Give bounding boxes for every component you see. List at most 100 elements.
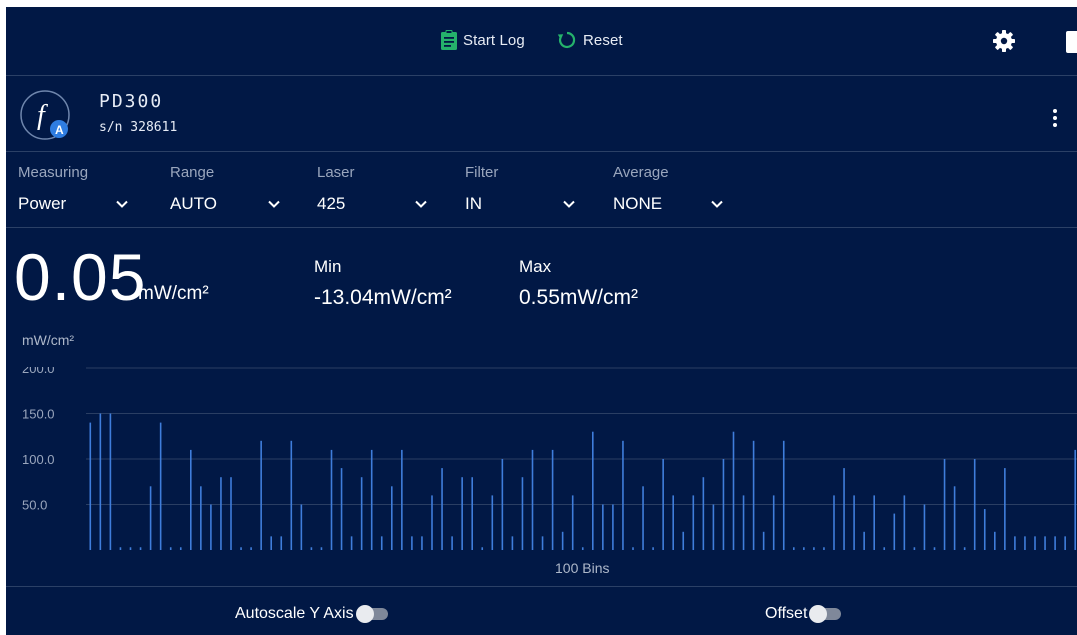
max-label: Max: [519, 257, 552, 276]
histogram-bar: [702, 477, 705, 550]
average-select[interactable]: Average NONE: [613, 164, 741, 222]
histogram-bar: [1034, 536, 1036, 550]
histogram-bar: [461, 477, 463, 550]
histogram-bar: [923, 504, 926, 550]
clipboard-list-icon: [441, 30, 457, 50]
chevron-down-icon: [415, 200, 427, 208]
battery-icon: [1066, 31, 1077, 53]
reset-label: Reset: [583, 31, 623, 49]
min-value: -13.04mW/cm²: [314, 286, 452, 309]
histogram-bar: [99, 413, 102, 550]
average-value: NONE: [613, 194, 663, 213]
histogram-bar: [501, 459, 504, 550]
histogram-bar: [270, 536, 272, 550]
histogram-bar: [692, 495, 695, 550]
histogram-bar: [169, 547, 172, 550]
measuring-select[interactable]: Measuring Power: [18, 164, 146, 222]
offset-toggle[interactable]: Offset: [765, 604, 843, 624]
histogram-chart: 200.0 150.0 100.0 50.0: [22, 367, 1077, 550]
histogram-bar: [129, 547, 132, 550]
histogram-bar: [310, 547, 313, 550]
histogram-bar: [592, 431, 594, 550]
histogram-bar: [913, 547, 916, 550]
histogram-bar: [933, 547, 936, 550]
histogram-bar: [762, 531, 765, 550]
offset-switch[interactable]: [809, 605, 843, 623]
autoscale-toggle[interactable]: Autoscale Y Axis: [235, 604, 390, 624]
histogram-bar: [853, 495, 855, 550]
switch-knob: [809, 605, 828, 623]
app-window: Start Log Reset f A PD300 s/n 328611 Mea…: [6, 7, 1077, 635]
histogram-bar: [340, 468, 343, 550]
reset-button[interactable]: Reset: [557, 29, 623, 51]
histogram-bar: [431, 495, 433, 550]
gear-icon[interactable]: [992, 29, 1016, 53]
chevron-down-icon: [711, 200, 723, 208]
x-axis-label: 100 Bins: [555, 560, 610, 576]
switch-knob: [355, 605, 374, 623]
histogram-bar: [210, 504, 212, 550]
start-log-label: Start Log: [463, 31, 525, 49]
histogram-bar: [89, 422, 92, 550]
histogram-bar: [451, 536, 453, 550]
histogram-bar: [521, 477, 524, 550]
histogram-bar: [893, 513, 896, 550]
histogram-bar: [190, 449, 192, 550]
histogram-bar: [109, 413, 112, 550]
histogram-bar: [260, 440, 262, 550]
histogram-bar: [159, 422, 162, 550]
histogram-bar: [541, 536, 544, 550]
chart-divider: [6, 586, 1077, 587]
histogram-bar: [119, 547, 122, 550]
histogram-bar: [742, 495, 745, 550]
histogram-bar: [1044, 536, 1046, 550]
histogram-bar: [139, 547, 142, 550]
histogram-bar: [863, 531, 865, 550]
histogram-bar: [953, 486, 956, 550]
filter-value: IN: [465, 194, 482, 213]
histogram-bar: [421, 536, 423, 550]
histogram-bar: [391, 486, 393, 550]
histogram-bar: [793, 547, 795, 550]
start-log-button[interactable]: Start Log: [441, 29, 525, 51]
histogram-bar: [200, 486, 202, 550]
histogram-bar: [823, 547, 825, 550]
histogram-bar: [602, 504, 604, 550]
histogram-bar: [230, 477, 232, 550]
offset-label: Offset: [765, 605, 808, 622]
more-options-icon[interactable]: [1050, 108, 1060, 128]
device-logo-icon[interactable]: f A: [19, 89, 71, 141]
toolbar-divider: [6, 75, 1077, 76]
histogram-bar: [1064, 536, 1066, 550]
histogram-bar: [632, 547, 634, 550]
histogram-bar: [622, 440, 624, 550]
device-badge-letter: A: [55, 123, 64, 137]
histogram-bar: [1054, 536, 1056, 550]
histogram-bar: [903, 495, 906, 550]
histogram-bar: [491, 495, 494, 550]
device-serial: s/n 328611: [99, 120, 178, 135]
histogram-bar: [1004, 468, 1006, 550]
header-divider: [6, 151, 1077, 152]
histogram-bar: [642, 486, 644, 550]
histogram-bar: [300, 504, 303, 550]
histogram-bar: [179, 547, 182, 550]
histogram-bar: [833, 495, 835, 550]
y-tick-label: 150.0: [22, 407, 55, 422]
histogram-bar: [752, 440, 755, 550]
histogram-bar: [551, 449, 554, 550]
y-axis-unit: mW/cm²: [22, 332, 75, 348]
histogram-bar: [581, 547, 584, 550]
chevron-down-icon: [268, 200, 280, 208]
histogram-bar: [290, 440, 293, 550]
filter-select[interactable]: Filter IN: [465, 164, 593, 222]
histogram-bar: [1014, 536, 1016, 550]
histogram-bar: [220, 477, 222, 550]
histogram-bar: [803, 547, 805, 550]
filter-caption: Filter: [465, 164, 499, 181]
autoscale-switch[interactable]: [355, 605, 390, 623]
histogram-bar: [994, 531, 996, 550]
laser-select[interactable]: Laser 425: [317, 164, 445, 222]
range-select[interactable]: Range AUTO: [170, 164, 298, 222]
average-caption: Average: [613, 164, 669, 181]
